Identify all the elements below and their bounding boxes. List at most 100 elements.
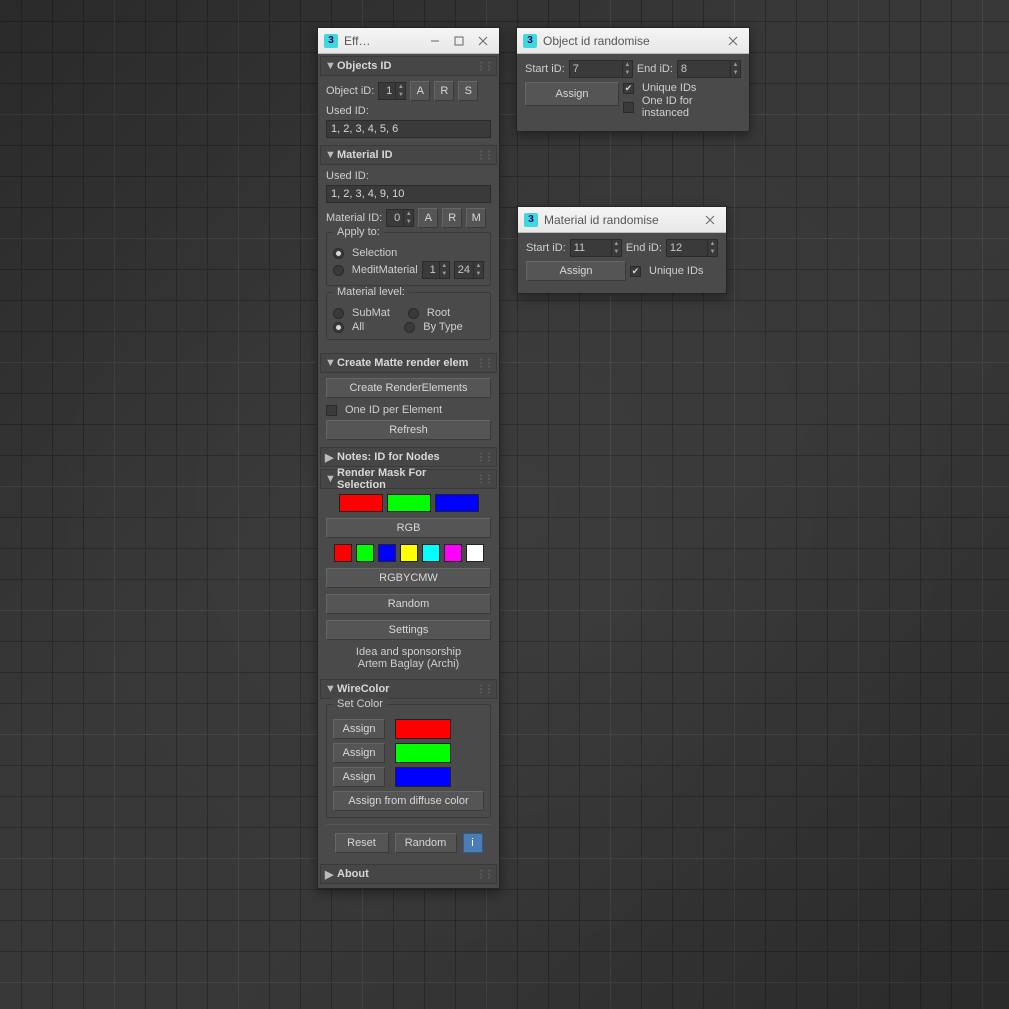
material-r-button[interactable]: R — [442, 208, 462, 228]
rollout-matte-title: Create Matte render elem — [337, 357, 468, 369]
mat-end-spinner[interactable]: 12▲▼ — [666, 239, 718, 257]
mat-rand-titlebar[interactable]: 3 Material id randomise — [518, 207, 726, 233]
color-swatch[interactable] — [356, 544, 374, 562]
main-title: Eff… — [344, 34, 423, 48]
rollout-objects-id-title: Objects ID — [337, 60, 391, 72]
check-mat-unique-ids[interactable] — [630, 266, 641, 277]
object-id-spinner[interactable]: 1 ▲▼ — [378, 82, 406, 100]
wire-assign-button[interactable]: Assign — [333, 743, 385, 763]
wire-color-swatch[interactable] — [395, 767, 451, 787]
radio-bytype[interactable] — [404, 322, 415, 333]
grip-icon: ⋮⋮ — [476, 684, 492, 695]
material-id-spinner[interactable]: 0 ▲▼ — [386, 209, 414, 227]
viewport-3d[interactable] — [0, 0, 1009, 1009]
spinner-down-icon[interactable]: ▼ — [396, 91, 405, 99]
minimize-button[interactable] — [423, 32, 447, 50]
chevron-down-icon: ▼ — [325, 60, 335, 72]
wire-assign-button[interactable]: Assign — [333, 767, 385, 787]
grip-icon: ⋮⋮ — [476, 358, 492, 369]
spinner-down-icon[interactable]: ▼ — [404, 218, 413, 226]
rgb-button[interactable]: RGB — [326, 518, 491, 538]
material-m-button[interactable]: M — [466, 208, 486, 228]
radio-all[interactable] — [333, 322, 344, 333]
idea-label: Idea and sponsorship — [326, 646, 491, 658]
spinner-up-icon[interactable]: ▲ — [404, 210, 413, 218]
object-id-a-button[interactable]: A — [410, 81, 430, 101]
rollout-render-mask-header[interactable]: ▼ Render Mask For Selection ⋮⋮ — [320, 469, 497, 489]
obj-rand-title: Object id randomise — [543, 34, 721, 48]
create-render-elements-button[interactable]: Create RenderElements — [326, 378, 491, 398]
refresh-button[interactable]: Refresh — [326, 420, 491, 440]
medit-a-spinner[interactable]: 1▲▼ — [422, 261, 450, 279]
color-swatch[interactable] — [435, 494, 479, 512]
rollout-about-title: About — [337, 868, 369, 880]
wire-assign-button[interactable]: Assign — [333, 719, 385, 739]
mat-rand-title: Material id randomise — [544, 213, 698, 227]
obj-start-spinner[interactable]: 7▲▼ — [569, 60, 633, 78]
wire-random-button[interactable]: Random — [395, 833, 457, 853]
grip-icon: ⋮⋮ — [476, 474, 492, 485]
main-dialog: 3 Eff… ▼ Objects ID ⋮⋮ Object iD: 1 ▲▼ A — [317, 27, 500, 889]
color-swatch[interactable] — [378, 544, 396, 562]
rgbycmw-button[interactable]: RGBYCMW — [326, 568, 491, 588]
close-button[interactable] — [471, 32, 495, 50]
rollout-notes-header[interactable]: ▶ Notes: ID for Nodes ⋮⋮ — [320, 447, 497, 467]
check-one-id-per-element[interactable] — [326, 405, 337, 416]
wire-reset-button[interactable]: Reset — [335, 833, 389, 853]
material-level-label: Material level: — [333, 286, 409, 298]
close-button[interactable] — [698, 211, 722, 229]
settings-button[interactable]: Settings — [326, 620, 491, 640]
radio-root[interactable] — [408, 308, 419, 319]
color-swatch[interactable] — [387, 494, 431, 512]
object-id-s-button[interactable]: S — [458, 81, 478, 101]
grip-icon: ⋮⋮ — [476, 150, 492, 161]
maximize-button[interactable] — [447, 32, 471, 50]
color-swatch[interactable] — [334, 544, 352, 562]
rollout-matte-header[interactable]: ▼ Create Matte render elem ⋮⋮ — [320, 353, 497, 373]
material-a-button[interactable]: A — [418, 208, 438, 228]
rollout-objects-id-header[interactable]: ▼ Objects ID ⋮⋮ — [320, 56, 497, 76]
mat-start-label: Start iD: — [526, 242, 566, 254]
object-used-id-field[interactable]: 1, 2, 3, 4, 5, 6 — [326, 120, 491, 138]
color-swatch[interactable] — [400, 544, 418, 562]
medit-b-spinner[interactable]: 24▲▼ — [454, 261, 484, 279]
rollout-material-id-title: Material ID — [337, 149, 393, 161]
mat-assign-button[interactable]: Assign — [526, 261, 626, 281]
random-mask-button[interactable]: Random — [326, 594, 491, 614]
color-swatch[interactable] — [339, 494, 383, 512]
obj-assign-button[interactable]: Assign — [525, 82, 619, 106]
wire-color-swatch[interactable] — [395, 743, 451, 763]
check-one-id-instanced[interactable] — [623, 102, 634, 113]
chevron-right-icon: ▶ — [325, 868, 335, 881]
obj-start-label: Start iD: — [525, 63, 565, 75]
assign-from-diffuse-button[interactable]: Assign from diffuse color — [333, 791, 484, 811]
object-id-r-button[interactable]: R — [434, 81, 454, 101]
color-swatch[interactable] — [466, 544, 484, 562]
check-unique-ids[interactable] — [623, 83, 634, 94]
radio-medit[interactable] — [333, 265, 344, 276]
obj-rand-titlebar[interactable]: 3 Object id randomise — [517, 28, 749, 54]
mat-start-spinner[interactable]: 11▲▼ — [570, 239, 622, 257]
radio-selection[interactable] — [333, 248, 344, 259]
mat-end-label: End iD: — [626, 242, 662, 254]
app-icon: 3 — [523, 34, 537, 48]
color-swatch[interactable] — [444, 544, 462, 562]
wire-color-swatch[interactable] — [395, 719, 451, 739]
main-titlebar[interactable]: 3 Eff… — [318, 28, 499, 54]
rollout-render-mask: ▼ Render Mask For Selection ⋮⋮ RGB RGBYC… — [320, 469, 497, 677]
radio-submat[interactable] — [333, 308, 344, 319]
material-level-group: Material level: SubMat Root All By Type — [326, 292, 491, 340]
rollout-notes-title: Notes: ID for Nodes — [337, 451, 440, 463]
rollout-material-id-header[interactable]: ▼ Material ID ⋮⋮ — [320, 145, 497, 165]
rollout-about-header[interactable]: ▶ About ⋮⋮ — [320, 864, 497, 884]
author-label: Artem Baglay (Archi) — [326, 658, 491, 670]
obj-end-spinner[interactable]: 8▲▼ — [677, 60, 741, 78]
wire-info-button[interactable]: i — [463, 833, 483, 853]
material-used-id-label: Used ID: — [326, 170, 491, 182]
material-used-id-field[interactable]: 1, 2, 3, 4, 9, 10 — [326, 185, 491, 203]
close-button[interactable] — [721, 32, 745, 50]
spinner-up-icon[interactable]: ▲ — [396, 83, 405, 91]
color-swatch[interactable] — [422, 544, 440, 562]
rollout-wirecolor-header[interactable]: ▼ WireColor ⋮⋮ — [320, 679, 497, 699]
set-color-group: Set Color AssignAssignAssign Assign from… — [326, 704, 491, 818]
